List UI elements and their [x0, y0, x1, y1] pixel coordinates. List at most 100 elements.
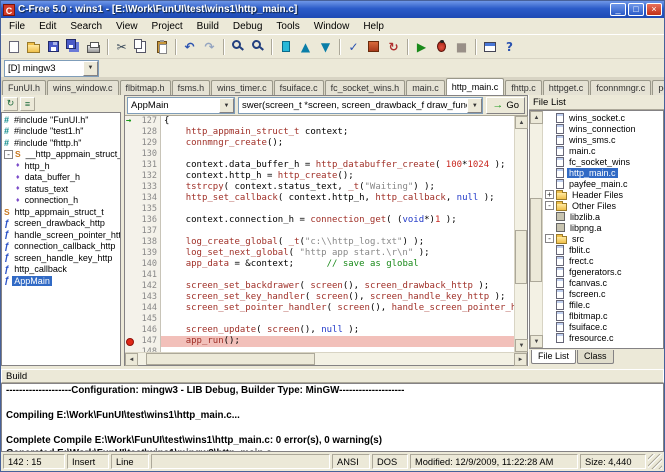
file-tab-fhttp.c[interactable]: fhttp.c [505, 80, 542, 95]
file-item[interactable]: fresource.c [543, 332, 663, 343]
chevron-down-icon[interactable]: ▼ [467, 98, 482, 113]
paste-button[interactable] [152, 37, 171, 56]
file-item[interactable]: fcanvas.c [543, 277, 663, 288]
gutter-margin[interactable]: → [125, 116, 136, 127]
title-bar[interactable]: C C-Free 5.0 : wins1 - [E:\Work\FunUI\te… [1, 1, 664, 18]
help-button[interactable]: ? [500, 37, 519, 56]
gutter-margin[interactable] [125, 215, 136, 226]
menu-item-debug[interactable]: Debug [226, 19, 269, 34]
gutter-margin[interactable] [125, 138, 136, 149]
prev-bookmark-button[interactable]: ▲ [296, 37, 315, 56]
file-item[interactable]: fgenerators.c [543, 266, 663, 277]
expander-icon[interactable]: - [4, 150, 13, 159]
code-line[interactable]: 131 context.data_buffer_h = http_databuf… [125, 160, 514, 171]
code-line[interactable]: 146 screen_update( screen(), null ); [125, 325, 514, 336]
gutter-margin[interactable] [125, 149, 136, 160]
file-item[interactable]: ffile.c [543, 299, 663, 310]
symbol-item[interactable]: ##include "test1.h" [2, 126, 120, 138]
symbols-tree[interactable]: ##include "FunUI.h"##include "test1.h"##… [1, 112, 121, 366]
menu-item-search[interactable]: Search [63, 19, 109, 34]
code-line[interactable]: 144 screen_set_pointer_handler( screen()… [125, 303, 514, 314]
scroll-right-icon[interactable]: ► [514, 353, 527, 366]
gutter-margin[interactable] [125, 325, 136, 336]
file-item[interactable]: wins_connection [543, 123, 663, 134]
build-config-combo[interactable]: [D] mingw3 ▼ [4, 60, 99, 77]
symbol-item[interactable]: ♦http_h [2, 160, 120, 172]
build-panel-caption[interactable]: Build [1, 369, 664, 383]
code-line[interactable]: 141 [125, 270, 514, 281]
stop-button[interactable]: ■ [452, 37, 471, 56]
file-tab-fsms.h[interactable]: fsms.h [172, 80, 211, 95]
gutter-margin[interactable] [125, 171, 136, 182]
file-item[interactable]: -Other Files [543, 200, 663, 211]
file-tab-httpget.c[interactable]: httpget.c [543, 80, 590, 95]
symbol-item[interactable]: ƒhandle_screen_pointer_http [2, 229, 120, 241]
file-list-vscroll-track[interactable] [530, 124, 542, 335]
gutter-margin[interactable] [125, 314, 136, 325]
undo-button[interactable]: ↶ [180, 37, 199, 56]
scroll-up-icon[interactable]: ▲ [515, 116, 528, 129]
file-tab-http_main.c[interactable]: http_main.c [446, 78, 505, 95]
go-button[interactable]: → Go [486, 97, 525, 114]
code-line[interactable]: 135 [125, 204, 514, 215]
menu-item-project[interactable]: Project [145, 19, 190, 34]
code-line[interactable]: 140 app_data = &context; // save as glob… [125, 259, 514, 270]
scroll-up-icon[interactable]: ▲ [530, 111, 543, 124]
file-item[interactable]: libzlib.a [543, 211, 663, 222]
editor-hscrollbar[interactable]: ◄ ► [125, 352, 527, 365]
run-button[interactable]: ▶ [412, 37, 431, 56]
code-area[interactable]: →127{128 http_appmain_struct_t context;1… [125, 116, 514, 352]
gutter-margin[interactable] [125, 182, 136, 193]
expander-icon[interactable]: + [545, 190, 554, 199]
scroll-left-icon[interactable]: ◄ [125, 353, 138, 366]
file-tab-main.c[interactable]: main.c [406, 80, 445, 95]
print-button[interactable] [84, 37, 103, 56]
symbol-item[interactable]: ƒhttp_callback [2, 264, 120, 276]
file-tab-FunUI.h[interactable]: FunUI.h [2, 80, 46, 95]
code-line[interactable]: 137 [125, 226, 514, 237]
rebuild-button[interactable]: ↻ [384, 37, 403, 56]
expander-icon[interactable]: - [545, 234, 554, 243]
file-item[interactable]: main.c [543, 145, 663, 156]
gutter-margin[interactable] [125, 336, 136, 347]
menu-item-view[interactable]: View [109, 19, 145, 34]
find-in-files-button[interactable] [248, 37, 267, 56]
editor-hscroll-track[interactable] [138, 353, 514, 365]
panel-tab-file-list[interactable]: File List [531, 350, 576, 364]
gutter-margin[interactable] [125, 292, 136, 303]
code-line[interactable]: 143 screen_set_key_handler( screen(), sc… [125, 292, 514, 303]
menu-item-help[interactable]: Help [356, 19, 391, 34]
code-line[interactable]: 133 tstrcpy( context.status_text, _t("Wa… [125, 182, 514, 193]
gutter-margin[interactable] [125, 193, 136, 204]
copy-button[interactable] [132, 37, 151, 56]
gutter-margin[interactable] [125, 303, 136, 314]
editor-vscroll-thumb[interactable] [515, 230, 527, 285]
new-file-button[interactable] [4, 37, 23, 56]
file-item[interactable]: frect.c [543, 255, 663, 266]
symbol-item[interactable]: ♦data_buffer_h [2, 172, 120, 184]
menu-item-file[interactable]: File [2, 19, 32, 34]
code-line[interactable]: 136 context.connection_h = connection_ge… [125, 215, 514, 226]
scope-combo[interactable]: AppMain ▼ [127, 97, 235, 114]
expander-icon[interactable]: - [545, 201, 554, 210]
build-output[interactable]: --------------------Configuration: mingw… [1, 383, 664, 452]
code-line[interactable]: 132 context.http_h = http_create(); [125, 171, 514, 182]
file-item[interactable]: fsuiface.c [543, 321, 663, 332]
menu-item-build[interactable]: Build [190, 19, 226, 34]
file-list-vscrollbar[interactable]: ▲ ▼ [530, 111, 543, 348]
find-button[interactable] [228, 37, 247, 56]
close-button[interactable]: × [646, 3, 662, 16]
file-tab-wins_timer.c[interactable]: wins_timer.c [211, 80, 273, 95]
open-file-button[interactable] [24, 37, 43, 56]
code-line[interactable]: 142 screen_set_backdrawer( screen(), scr… [125, 281, 514, 292]
code-line[interactable]: 134 http_set_callback( context.http_h, h… [125, 193, 514, 204]
file-item[interactable]: flbitmap.c [543, 310, 663, 321]
window-split-button[interactable] [480, 37, 499, 56]
menu-item-edit[interactable]: Edit [32, 19, 63, 34]
code-line[interactable]: →127{ [125, 116, 514, 127]
symbol-item[interactable]: ♦connection_h [2, 195, 120, 207]
redo-button[interactable]: ↷ [200, 37, 219, 56]
file-tab-port_funlib.c[interactable]: port_funlib.c [652, 80, 664, 95]
panel-tab-class[interactable]: Class [577, 350, 614, 364]
menu-item-window[interactable]: Window [307, 19, 357, 34]
